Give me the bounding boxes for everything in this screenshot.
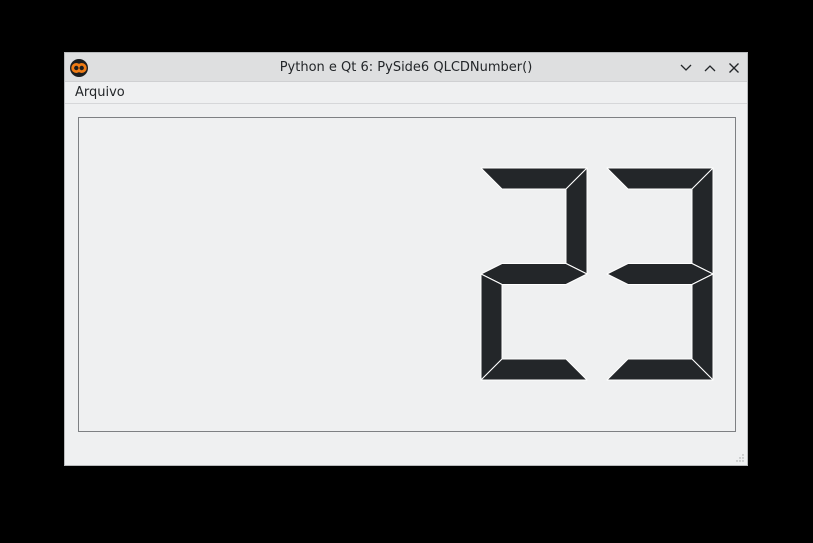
main-window: Python e Qt 6: PySide6 QLCDNumber() Arqu… bbox=[64, 52, 748, 466]
title-bar[interactable]: Python e Qt 6: PySide6 QLCDNumber() bbox=[65, 53, 747, 82]
window-title: Python e Qt 6: PySide6 QLCDNumber() bbox=[279, 60, 533, 75]
menu-bar: Arquivo bbox=[65, 82, 747, 104]
lcd-digit-0-segment-g bbox=[480, 263, 588, 285]
menu-arquivo[interactable]: Arquivo bbox=[75, 82, 125, 104]
minimize-icon[interactable] bbox=[676, 58, 696, 78]
lcd-number-display bbox=[78, 117, 736, 432]
close-icon[interactable] bbox=[724, 58, 744, 78]
lcd-digits bbox=[480, 167, 714, 381]
maximize-icon[interactable] bbox=[700, 58, 720, 78]
resize-grip-icon[interactable] bbox=[735, 453, 745, 463]
lcd-digit-1-segment-g bbox=[606, 263, 714, 285]
